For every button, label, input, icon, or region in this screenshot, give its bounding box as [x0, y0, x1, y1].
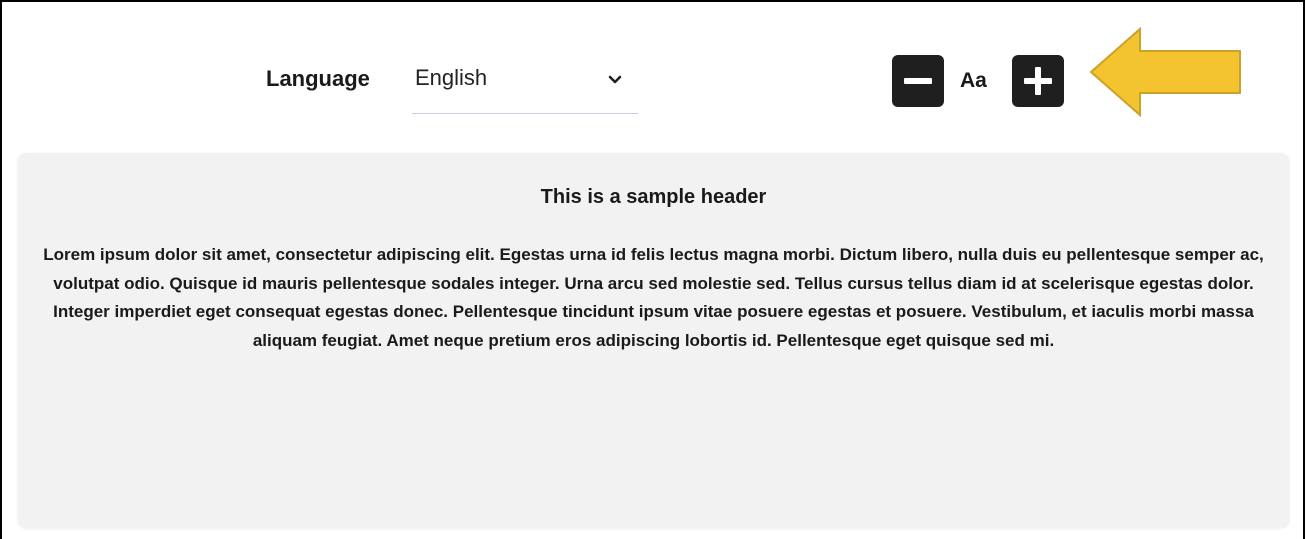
sample-paragraph: Lorem ipsum dolor sit amet, consectetur … [43, 245, 1264, 350]
chevron-down-icon [608, 75, 622, 84]
plus-icon [1024, 67, 1052, 95]
sample-header: This is a sample header [540, 186, 767, 208]
text-size-label: Aa [960, 69, 987, 92]
language-select[interactable]: English [412, 58, 638, 114]
language-label: Language [266, 66, 370, 91]
content-card: This is a sample header Lorem ipsum dolo… [18, 153, 1289, 527]
language-selected-value: English [415, 65, 488, 90]
increase-text-size-button[interactable] [1012, 55, 1064, 107]
arrow-left-icon [1089, 26, 1241, 118]
minus-icon [904, 78, 932, 84]
decrease-text-size-button[interactable] [892, 55, 944, 107]
settings-toolbar: Language English Aa [0, 0, 1307, 140]
